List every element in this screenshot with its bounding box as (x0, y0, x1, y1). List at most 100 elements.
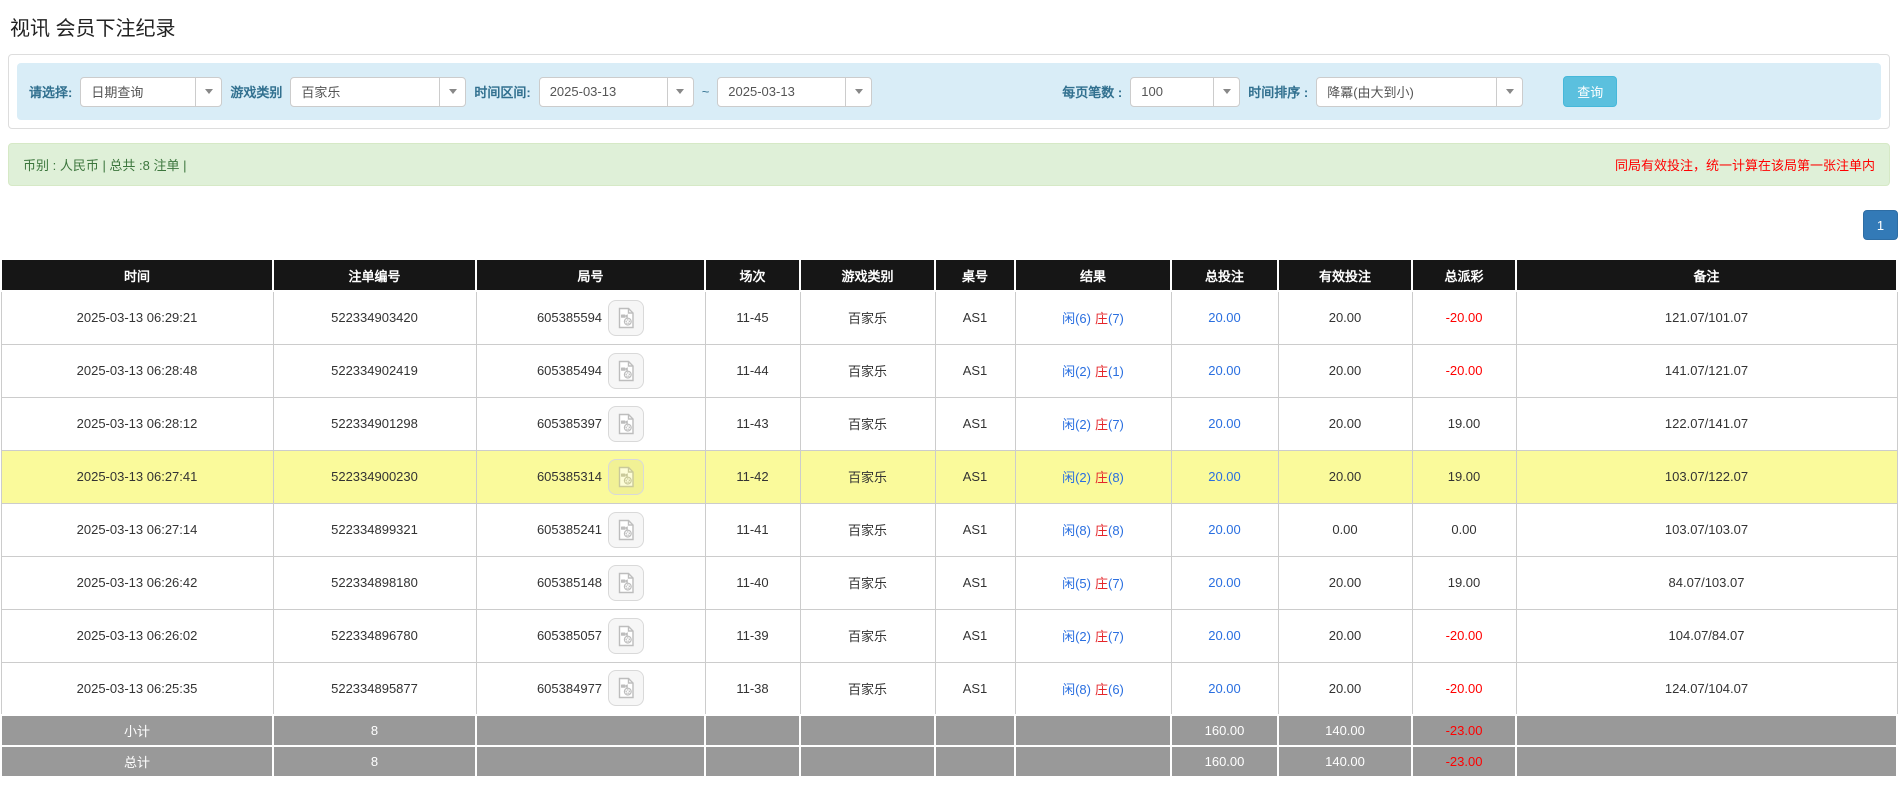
cell-bet-id: 522334898180 (273, 556, 476, 609)
cell-total-bet[interactable]: 20.00 (1171, 344, 1278, 397)
cell-session: 11-38 (705, 662, 800, 715)
cell-result: 闲(2)庄(7) (1015, 397, 1171, 450)
result-banker: 庄 (1095, 417, 1108, 432)
date-range-label: 时间区间: (474, 82, 530, 101)
date-from-select[interactable]: 2025-03-13 (539, 77, 694, 107)
cell-session: 11-44 (705, 344, 800, 397)
cell-total-bet[interactable]: 20.00 (1171, 397, 1278, 450)
cell-payout: 19.00 (1412, 450, 1516, 503)
cell-time: 2025-03-13 06:25:35 (1, 662, 273, 715)
filter-panel: 请选择: 日期查询 游戏类别 百家乐 时间区间: 2025-03-13 ~ 20… (8, 54, 1890, 129)
round-id: 605385241 (537, 522, 602, 537)
cell-total-bet[interactable]: 20.00 (1171, 450, 1278, 503)
header-result: 结果 (1015, 259, 1171, 291)
result-banker-score: (7) (1108, 576, 1124, 591)
cell-payout: -20.00 (1412, 344, 1516, 397)
table-header-row: 时间 注单编号 局号 场次 游戏类别 桌号 结果 总投注 有效投注 总派彩 备注 (1, 259, 1897, 291)
video-replay-button[interactable] (608, 670, 644, 706)
cell-payout: -20.00 (1412, 662, 1516, 715)
round-id: 605385148 (537, 575, 602, 590)
video-replay-button[interactable] (608, 406, 644, 442)
date-to-value: 2025-03-13 (718, 84, 845, 99)
table-row-highlighted: 2025-03-13 06:27:41 522334900230 6053853… (1, 450, 1897, 503)
cell-result: 闲(2)庄(8) (1015, 450, 1171, 503)
cell-bet-id: 522334896780 (273, 609, 476, 662)
video-replay-button[interactable] (608, 353, 644, 389)
video-replay-button[interactable] (608, 565, 644, 601)
subtotal-count: 8 (273, 715, 476, 746)
cell-valid-bet: 20.00 (1278, 397, 1412, 450)
video-replay-button[interactable] (608, 459, 644, 495)
cell-time: 2025-03-13 06:27:14 (1, 503, 273, 556)
round-id: 605385494 (537, 363, 602, 378)
cell-valid-bet: 20.00 (1278, 556, 1412, 609)
chevron-down-icon (195, 78, 221, 106)
pagination: 1 (0, 186, 1898, 258)
query-type-select[interactable]: 日期查询 (80, 77, 222, 107)
cell-game: 百家乐 (800, 344, 935, 397)
page-1-button[interactable]: 1 (1863, 210, 1898, 240)
result-banker-score: (6) (1108, 682, 1124, 697)
cell-result: 闲(8)庄(6) (1015, 662, 1171, 715)
cell-total-bet[interactable]: 20.00 (1171, 503, 1278, 556)
cell-total-bet[interactable]: 20.00 (1171, 609, 1278, 662)
search-button[interactable]: 查询 (1563, 76, 1617, 107)
page-size-select[interactable]: 100 (1130, 77, 1240, 107)
result-banker-score: (7) (1108, 311, 1124, 326)
total-label: 总计 (1, 746, 273, 777)
video-replay-button[interactable] (608, 618, 644, 654)
cell-bet-id: 522334903420 (273, 291, 476, 344)
header-round: 局号 (476, 259, 705, 291)
cell-remark: 103.07/122.07 (1516, 450, 1897, 503)
subtotal-valid-bet: 140.00 (1278, 715, 1412, 746)
round-id: 605385057 (537, 628, 602, 643)
cell-remark: 104.07/84.07 (1516, 609, 1897, 662)
cell-valid-bet: 0.00 (1278, 503, 1412, 556)
result-banker: 庄 (1095, 523, 1108, 538)
cell-total-bet[interactable]: 20.00 (1171, 662, 1278, 715)
cell-table-no: AS1 (935, 344, 1015, 397)
cell-payout: 19.00 (1412, 556, 1516, 609)
header-remark: 备注 (1516, 259, 1897, 291)
cell-session: 11-45 (705, 291, 800, 344)
game-type-value: 百家乐 (291, 82, 439, 101)
result-player: 闲(2) (1062, 364, 1091, 379)
cell-valid-bet: 20.00 (1278, 662, 1412, 715)
cell-round: 605385241 (476, 503, 705, 556)
cell-time: 2025-03-13 06:26:02 (1, 609, 273, 662)
time-sort-select[interactable]: 降冪(由大到小) (1316, 77, 1523, 107)
total-valid-bet: 140.00 (1278, 746, 1412, 777)
video-replay-button[interactable] (608, 512, 644, 548)
cell-round: 605385594 (476, 291, 705, 344)
cell-total-bet[interactable]: 20.00 (1171, 291, 1278, 344)
cell-table-no: AS1 (935, 503, 1015, 556)
chevron-down-icon (845, 78, 871, 106)
header-valid-bet: 有效投注 (1278, 259, 1412, 291)
cell-table-no: AS1 (935, 609, 1015, 662)
cell-round: 605384977 (476, 662, 705, 715)
cell-remark: 103.07/103.07 (1516, 503, 1897, 556)
result-banker-score: (7) (1108, 629, 1124, 644)
cell-total-bet[interactable]: 20.00 (1171, 556, 1278, 609)
result-banker-score: (8) (1108, 470, 1124, 485)
cell-time: 2025-03-13 06:27:41 (1, 450, 273, 503)
result-banker: 庄 (1095, 470, 1108, 485)
cell-result: 闲(8)庄(8) (1015, 503, 1171, 556)
total-payout: -23.00 (1412, 746, 1516, 777)
cell-session: 11-42 (705, 450, 800, 503)
cell-session: 11-39 (705, 609, 800, 662)
cell-valid-bet: 20.00 (1278, 609, 1412, 662)
cell-bet-id: 522334901298 (273, 397, 476, 450)
cell-game: 百家乐 (800, 609, 935, 662)
cell-round: 605385314 (476, 450, 705, 503)
result-player: 闲(2) (1062, 417, 1091, 432)
round-id: 605384977 (537, 681, 602, 696)
game-type-select[interactable]: 百家乐 (290, 77, 466, 107)
result-player: 闲(8) (1062, 682, 1091, 697)
cell-result: 闲(6)庄(7) (1015, 291, 1171, 344)
cell-table-no: AS1 (935, 397, 1015, 450)
total-row: 总计 8 160.00 140.00 -23.00 (1, 746, 1897, 777)
date-to-select[interactable]: 2025-03-13 (717, 77, 872, 107)
chevron-down-icon (1496, 78, 1522, 106)
video-replay-button[interactable] (608, 300, 644, 336)
